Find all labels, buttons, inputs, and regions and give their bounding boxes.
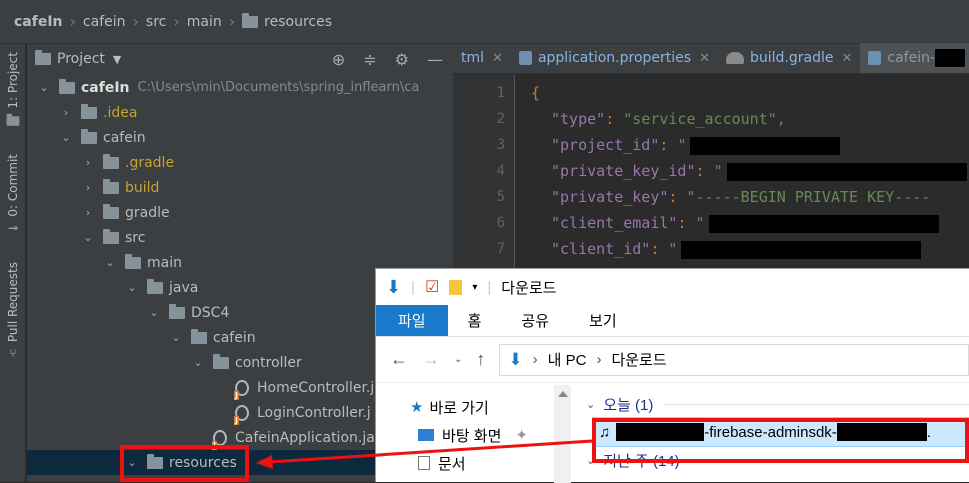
arrow-line (269, 439, 593, 464)
highlight-arrow (256, 439, 593, 469)
arrow-head (256, 455, 273, 469)
